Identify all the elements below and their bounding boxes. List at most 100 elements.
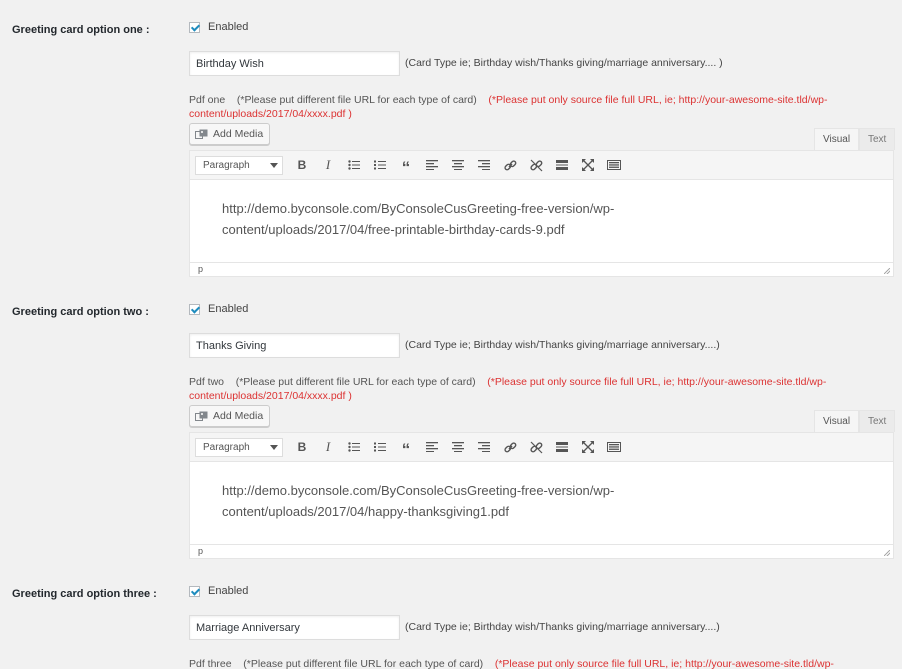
toolbar-toggle-button[interactable] (601, 155, 627, 175)
enabled-checkbox[interactable] (189, 21, 200, 33)
greeting-option-one: Greeting card option one : Enabled (Card… (0, 0, 902, 282)
fullscreen-button[interactable] (575, 437, 601, 457)
element-path: p (198, 264, 204, 274)
pdf-label: Pdf one (189, 94, 226, 106)
read-more-button[interactable] (549, 437, 575, 457)
enabled-row[interactable]: Enabled (189, 21, 248, 33)
remove-link-button[interactable] (523, 155, 549, 175)
italic-button[interactable]: I (315, 437, 341, 457)
keyboard-icon (607, 442, 621, 452)
resize-handle-icon[interactable] (884, 550, 890, 556)
bold-button[interactable]: B (289, 155, 315, 175)
card-type-input[interactable] (189, 51, 400, 76)
numbered-list-icon (374, 160, 386, 170)
editor-content-line: http://demo.byconsole.com/ByConsoleCusGr… (222, 201, 615, 216)
blockquote-button[interactable]: “ (393, 437, 419, 459)
bold-button[interactable]: B (289, 437, 315, 457)
pdf-description: Pdf three (*Please put different file UR… (189, 657, 889, 669)
pdf-label: Pdf three (189, 658, 232, 669)
align-center-button[interactable] (445, 155, 471, 175)
italic-icon: I (325, 439, 331, 454)
align-center-icon (452, 160, 464, 170)
editor-content-line: content/uploads/2017/04/happy-thanksgivi… (222, 504, 509, 519)
read-more-icon (556, 160, 568, 170)
add-media-button[interactable]: Add Media (189, 123, 271, 145)
pdf-warning: (*Please put only source file full URL, … (494, 658, 834, 669)
resize-handle-icon[interactable] (884, 268, 890, 274)
editor-content-line: content/uploads/2017/04/free-printable-b… (222, 222, 565, 237)
toolbar-toggle-button[interactable] (601, 437, 627, 457)
editor-content[interactable]: http://demo.byconsole.com/ByConsoleCusGr… (190, 462, 893, 544)
blockquote-button[interactable]: “ (393, 155, 419, 176)
italic-icon: I (325, 157, 331, 172)
align-right-button[interactable] (471, 155, 497, 175)
pdf-description: Pdf two (*Please put different file URL … (189, 375, 879, 403)
read-more-button[interactable] (549, 155, 575, 175)
keyboard-icon (607, 160, 621, 170)
enabled-checkbox[interactable] (189, 303, 200, 315)
enabled-label: Enabled (208, 303, 249, 315)
quote-icon: “ (401, 440, 411, 459)
editor-toolbar: Paragraph B I “ (190, 433, 893, 462)
read-more-icon (556, 442, 568, 452)
chevron-down-icon (270, 162, 278, 168)
card-type-hint: (Card Type ie; Birthday wish/Thanks givi… (405, 57, 723, 69)
chevron-down-icon (270, 444, 278, 450)
align-right-icon (478, 160, 490, 170)
format-select[interactable]: Paragraph (195, 155, 283, 175)
pdf-description: Pdf one (*Please put different file URL … (189, 93, 879, 121)
greeting-option-two: Greeting card option two : Enabled (Card… (0, 282, 902, 564)
pdf-editor: Paragraph B I “ http://demo.byconsole.co… (189, 150, 894, 277)
fullscreen-button[interactable] (575, 155, 601, 175)
enabled-checkbox[interactable] (189, 585, 200, 597)
pdf-note: (*Please put different file URL for each… (235, 376, 476, 388)
format-select[interactable]: Paragraph (195, 437, 283, 457)
align-left-icon (426, 442, 438, 452)
align-left-button[interactable] (419, 437, 445, 457)
editor-content-line: http://demo.byconsole.com/ByConsoleCusGr… (222, 483, 615, 498)
align-left-button[interactable] (419, 155, 445, 175)
greeting-option-three: Greeting card option three : Enabled (Ca… (0, 564, 902, 669)
tab-text[interactable]: Text (859, 128, 896, 150)
align-center-button[interactable] (445, 437, 471, 457)
bold-icon: B (297, 440, 307, 454)
numbered-list-button[interactable] (367, 437, 393, 457)
editor-toolbar: Paragraph B I “ (190, 151, 893, 180)
pdf-note: (*Please put different file URL for each… (236, 94, 477, 106)
option-label: Greeting card option two : (12, 306, 149, 318)
align-right-button[interactable] (471, 437, 497, 457)
pdf-note: (*Please put different file URL for each… (243, 658, 484, 669)
editor-statusbar: p (190, 262, 893, 276)
link-icon (503, 441, 516, 452)
editor-content[interactable]: http://demo.byconsole.com/ByConsoleCusGr… (190, 180, 893, 262)
card-type-input[interactable] (189, 615, 400, 640)
tab-text[interactable]: Text (859, 410, 896, 432)
fullscreen-icon (582, 441, 594, 453)
pdf-label: Pdf two (189, 376, 225, 388)
tab-visual[interactable]: Visual (814, 128, 860, 150)
insert-link-button[interactable] (497, 437, 523, 457)
enabled-row[interactable]: Enabled (189, 303, 248, 315)
numbered-list-button[interactable] (367, 155, 393, 175)
add-media-button[interactable]: Add Media (189, 405, 271, 427)
enabled-row[interactable]: Enabled (189, 585, 248, 597)
tab-visual[interactable]: Visual (814, 410, 860, 432)
card-type-input[interactable] (189, 333, 400, 358)
enabled-label: Enabled (208, 585, 249, 597)
align-left-icon (426, 160, 438, 170)
bullet-list-button[interactable] (341, 437, 367, 457)
card-type-hint: (Card Type ie; Birthday wish/Thanks givi… (405, 339, 720, 351)
fullscreen-icon (582, 159, 594, 171)
bullet-list-icon (348, 160, 360, 170)
bullet-list-button[interactable] (341, 155, 367, 175)
remove-link-button[interactable] (523, 437, 549, 457)
element-path: p (198, 546, 204, 556)
unlink-icon (529, 159, 542, 171)
option-label: Greeting card option one : (12, 24, 150, 36)
enabled-label: Enabled (208, 21, 249, 33)
insert-link-button[interactable] (497, 155, 523, 175)
media-icon (195, 411, 208, 422)
italic-button[interactable]: I (315, 155, 341, 175)
align-center-icon (452, 442, 464, 452)
link-icon (503, 159, 516, 170)
